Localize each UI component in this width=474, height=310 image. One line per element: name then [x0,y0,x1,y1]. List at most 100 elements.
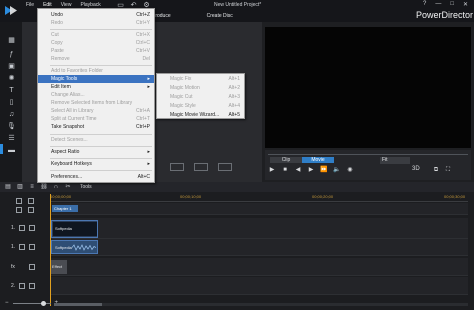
preview-window[interactable] [265,27,471,148]
menu-file[interactable]: File [26,2,34,8]
video-track-2[interactable] [50,277,468,295]
zoom-out-icon[interactable]: − [5,300,9,306]
menu-item-detect-scenes[interactable]: Detect Scenes... [38,136,154,144]
lock-icon[interactable] [29,225,35,231]
menu-separator [50,29,152,30]
menu-item-undo[interactable]: Undo Ctrl+Z [38,11,154,19]
menu-item-change-alias[interactable]: Change Alias... [38,91,154,99]
menu-item-select-all[interactable]: Select All in Library Ctrl+A [38,107,154,115]
scrollbar-thumb[interactable] [54,303,102,306]
maximize-icon[interactable]: □ [450,1,454,8]
checkbox[interactable] [28,207,34,213]
mode-movie[interactable]: Movie [302,157,334,163]
video-clip[interactable]: Softpedia [51,220,98,238]
menu-item-split[interactable]: Split at Current Time Ctrl+T [38,115,154,123]
subtitle-room-icon[interactable]: ▬ [7,146,16,155]
menu-item-remove-from-library[interactable]: Remove Selected Items from Library [38,99,154,107]
cut-icon[interactable]: ✂ [64,183,72,191]
storyboard-icon[interactable]: ▥ [16,183,24,191]
checkbox[interactable] [29,264,35,270]
menu-item-keyboard-hotkeys[interactable]: Keyboard Hotkeys ▸ [38,160,154,168]
insert-icon[interactable] [194,163,208,171]
storyboard-view-icon[interactable] [170,163,184,171]
tab-create-disc[interactable]: Create Disc [207,13,233,19]
checkbox[interactable] [19,244,25,250]
preview-extra-controls: ⧉ ⛶ [432,166,452,174]
menu-item-remove[interactable]: Remove Del [38,55,154,63]
tools-menu[interactable]: Tools [80,184,92,190]
checkbox[interactable] [16,198,22,204]
zoom-slider[interactable] [12,300,51,306]
timeline-zoom: − + [5,300,58,306]
timeline-view-icon[interactable]: ▤ [4,183,12,191]
audio-track-1[interactable] [50,239,468,256]
checkbox[interactable] [16,207,22,213]
pip-room-icon[interactable]: ▣ [7,62,16,71]
audio-mixing-icon[interactable]: ♫ [7,110,16,119]
play-icon[interactable]: ▶ [268,166,276,174]
menu-item-magic-cut[interactable]: Magic Cut Alt+3 [157,93,244,101]
fx-room-icon[interactable]: ƒ [7,50,16,59]
volume-icon[interactable]: 🔈 [333,166,341,174]
menu-item-paste[interactable]: Paste Ctrl+V [38,47,154,55]
lock-icon[interactable] [29,283,35,289]
brand-name: PowerDirector [416,10,474,20]
3d-toggle[interactable]: 3D [412,166,420,172]
menu-item-edit-item[interactable]: Edit Item ▸ [38,83,154,91]
menu-item-preferences[interactable]: Preferences... Alt+C [38,173,154,181]
video-track-1[interactable] [50,218,468,239]
zoom-fit-select[interactable]: Fit [380,157,410,164]
menu-item-magic-style[interactable]: Magic Style Alt+4 [157,102,244,110]
fx-track[interactable] [50,258,468,276]
menu-item-cut[interactable]: Cut Ctrl+X [38,31,154,39]
magnet-icon[interactable]: ∩ [52,183,60,191]
close-icon[interactable]: ✕ [463,1,468,8]
menu-item-add-to-favorites[interactable]: Add to Favorites Folder [38,67,154,75]
menu-item-copy[interactable]: Copy Ctrl+C [38,39,154,47]
menu-item-magic-fix[interactable]: Magic Fix Alt+1 [157,75,244,83]
menu-separator [50,170,152,171]
audio-clip[interactable]: Softpedia [51,240,98,254]
snapshot-icon[interactable]: ◉ [346,166,354,174]
menu-item-magic-movie-wizard[interactable]: Magic Movie Wizard... Alt+5 [157,111,244,119]
particle-room-icon[interactable]: ✺ [7,74,16,83]
menu-item-redo[interactable]: Redo Ctrl+Y [38,19,154,27]
fx-clip[interactable]: Effect [51,260,67,274]
undock-icon[interactable]: ⧉ [432,166,440,174]
track-head-fx: fx [0,262,50,274]
checkbox[interactable] [19,283,25,289]
track-manager-icon[interactable]: ≡ [28,183,36,191]
stop-icon[interactable]: ■ [281,166,289,174]
transition-room-icon[interactable]: ▯ [7,98,16,107]
preview-scrubber[interactable] [268,154,468,155]
link-icon[interactable]: ⛓ [40,183,48,191]
chapter-track[interactable] [50,203,468,215]
help-icon[interactable]: ? [423,1,426,8]
zoom-slider-knob[interactable] [40,300,46,306]
fullscreen-icon[interactable]: ⛶ [444,166,452,174]
chapter-marker[interactable]: Chapter 1 [52,205,78,212]
library-toolbar [170,163,232,171]
timeline-ruler[interactable]: 00;00;00;00 00;00;10;00 00;00;20;00 00;0… [50,194,468,202]
overwrite-icon[interactable] [218,163,232,171]
next-frame-icon[interactable]: ▶ [307,166,315,174]
menu-item-magic-motion[interactable]: Magic Motion Alt+2 [157,84,244,92]
mode-clip[interactable]: Clip [270,157,302,163]
checkbox[interactable] [19,225,25,231]
minimize-icon[interactable]: — [435,1,441,8]
timeline-scrollbar[interactable] [54,303,468,306]
fast-forward-icon[interactable]: ⏩ [320,166,328,174]
menu-item-take-snapshot[interactable]: Take Snapshot Ctrl+P [38,123,154,131]
clip-movie-toggle: Clip Movie [270,157,334,163]
checkbox[interactable] [28,198,34,204]
project-title: New Untitled Project* [214,2,262,8]
lock-icon[interactable] [29,244,35,250]
menu-item-aspect-ratio[interactable]: Aspect Ratio ▸ [38,148,154,156]
chapter-room-icon[interactable]: ☰ [7,134,16,143]
title-room-icon[interactable]: T [7,86,16,95]
playhead[interactable] [50,194,51,306]
voiceover-icon[interactable]: 🎙 [7,122,16,131]
menu-item-magic-tools[interactable]: Magic Tools ▸ [38,75,154,83]
media-room-icon[interactable]: ▦ [7,36,16,45]
previous-frame-icon[interactable]: ◀ [294,166,302,174]
